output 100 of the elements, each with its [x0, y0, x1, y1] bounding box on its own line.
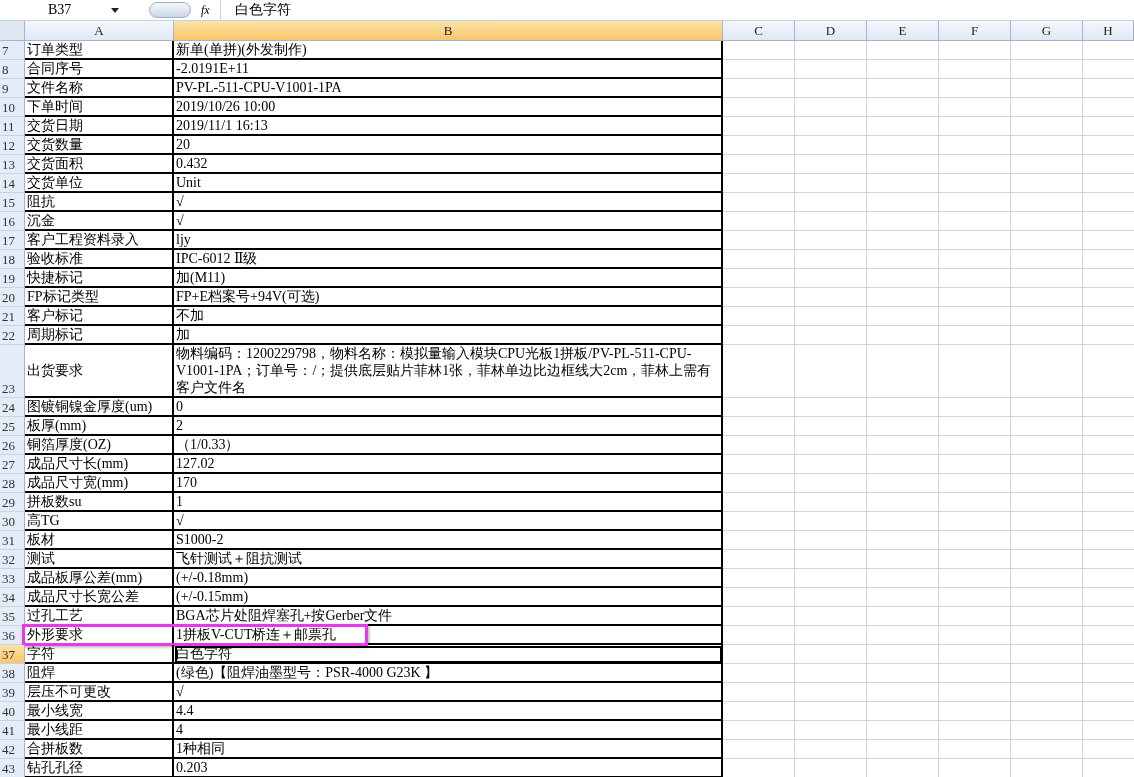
table-cell: 快捷标记 [25, 269, 174, 288]
column-header[interactable]: E [867, 21, 939, 40]
select-all-corner[interactable] [0, 21, 25, 40]
row-header[interactable]: 12 [0, 136, 25, 155]
row-header[interactable]: 19 [0, 269, 25, 288]
table-cell: √ [174, 683, 723, 702]
table-cell: 交货面积 [25, 155, 174, 174]
insert-function-button[interactable]: fx [191, 2, 220, 18]
row-header[interactable]: 8 [0, 60, 25, 79]
row-header[interactable]: 33 [0, 569, 25, 588]
table-cell: 验收标准 [25, 250, 174, 269]
table-cell: 飞针测试＋阻抗测试 [174, 550, 723, 569]
table-cell: 加(M11) [174, 269, 723, 288]
table-cell: 字符 [25, 645, 174, 664]
table-cell: (绿色)【阻焊油墨型号：PSR-4000 G23K 】 [174, 664, 723, 683]
table-cell: 4.4 [174, 702, 723, 721]
column-header[interactable]: B [174, 21, 723, 40]
row-header[interactable]: 17 [0, 231, 25, 250]
row-header[interactable]: 25 [0, 417, 25, 436]
table-cell: FP+E档案号+94V(可选) [174, 288, 723, 307]
table-cell: 新单(单拼)(外发制作) [174, 41, 723, 60]
table-cell: 钻孔孔径 [25, 759, 174, 777]
table-cell: 成品尺寸长(mm) [25, 455, 174, 474]
row-header[interactable]: 15 [0, 193, 25, 212]
row-header[interactable]: 14 [0, 174, 25, 193]
table-cell: 2019/11/1 16:13 [174, 117, 723, 136]
row-header[interactable]: 38 [0, 664, 25, 683]
row-header[interactable]: 23 [0, 345, 25, 398]
row-header[interactable]: 43 [0, 759, 25, 777]
row-header[interactable]: 32 [0, 550, 25, 569]
table-cell: 127.02 [174, 455, 723, 474]
table-cell: 客户标记 [25, 307, 174, 326]
row-header[interactable]: 11 [0, 117, 25, 136]
row-header[interactable]: 31 [0, 531, 25, 550]
row-header[interactable]: 13 [0, 155, 25, 174]
column-header[interactable]: F [939, 21, 1011, 40]
row-header[interactable]: 40 [0, 702, 25, 721]
row-header[interactable]: 21 [0, 307, 25, 326]
row-header[interactable]: 9 [0, 79, 25, 98]
table-cell: PV-PL-511-CPU-V1001-1PA [174, 79, 723, 98]
table-cell: 交货数量 [25, 136, 174, 155]
table-cell: 不加 [174, 307, 723, 326]
table-cell: FP标记类型 [25, 288, 174, 307]
row-header[interactable]: 30 [0, 512, 25, 531]
table-cell: 1拼板V-CUT桥连＋邮票孔 [174, 626, 723, 645]
table-cell: 测试 [25, 550, 174, 569]
formula-input[interactable]: 白色字符 [219, 0, 1134, 20]
table-cell: 订单类型 [25, 41, 174, 60]
row-header[interactable]: 41 [0, 721, 25, 740]
table-cell: 成品板厚公差(mm) [25, 569, 174, 588]
table-cell: 合同序号 [25, 60, 174, 79]
table-cell: 成品尺寸宽(mm) [25, 474, 174, 493]
row-header[interactable]: 35 [0, 607, 25, 626]
table-cell: 0.432 [174, 155, 723, 174]
resize-handle[interactable] [149, 2, 191, 18]
table-cell: 层压不可更改 [25, 683, 174, 702]
table-cell: 170 [174, 474, 723, 493]
table-cell: S1000-2 [174, 531, 723, 550]
table-cell: √ [174, 512, 723, 531]
table-cell: 4 [174, 721, 723, 740]
column-header[interactable]: G [1011, 21, 1083, 40]
table-cell: 铜箔厚度(OZ) [25, 436, 174, 455]
table-cell: 下单时间 [25, 98, 174, 117]
table-cell: -2.0191E+11 [174, 60, 723, 79]
table-cell: 出货要求 [25, 345, 174, 398]
row-header[interactable]: 34 [0, 588, 25, 607]
row-header[interactable]: 7 [0, 41, 25, 60]
table-cell: 文件名称 [25, 79, 174, 98]
row-header[interactable]: 29 [0, 493, 25, 512]
table-cell: 最小线宽 [25, 702, 174, 721]
table-cell: 客户工程资料录入 [25, 231, 174, 250]
table-cell: 高TG [25, 512, 174, 531]
row-header[interactable]: 28 [0, 474, 25, 493]
row-header[interactable]: 26 [0, 436, 25, 455]
table-cell: 20 [174, 136, 723, 155]
column-header[interactable]: H [1083, 21, 1134, 40]
column-header[interactable]: C [723, 21, 795, 40]
row-header[interactable]: 10 [0, 98, 25, 117]
row-header[interactable]: 39 [0, 683, 25, 702]
row-header[interactable]: 22 [0, 326, 25, 345]
table-cell: 阻焊 [25, 664, 174, 683]
table-cell: 加 [174, 326, 723, 345]
table-cell: 周期标记 [25, 326, 174, 345]
table-cell: 1 [174, 493, 723, 512]
row-header[interactable]: 37 [0, 645, 25, 664]
row-header[interactable]: 20 [0, 288, 25, 307]
row-header[interactable]: 42 [0, 740, 25, 759]
row-header[interactable]: 24 [0, 398, 25, 417]
table-cell: √ [174, 193, 723, 212]
column-header[interactable]: D [795, 21, 867, 40]
table-cell: ljy [174, 231, 723, 250]
row-header[interactable]: 27 [0, 455, 25, 474]
name-box[interactable]: B37 [0, 0, 125, 20]
table-cell: 板材 [25, 531, 174, 550]
table-cell: 0 [174, 398, 723, 417]
table-cell: （1/0.33） [174, 436, 723, 455]
table-cell: 最小线距 [25, 721, 174, 740]
table-cell: 过孔工艺 [25, 607, 174, 626]
row-header[interactable]: 16 [0, 212, 25, 231]
row-header[interactable]: 18 [0, 250, 25, 269]
